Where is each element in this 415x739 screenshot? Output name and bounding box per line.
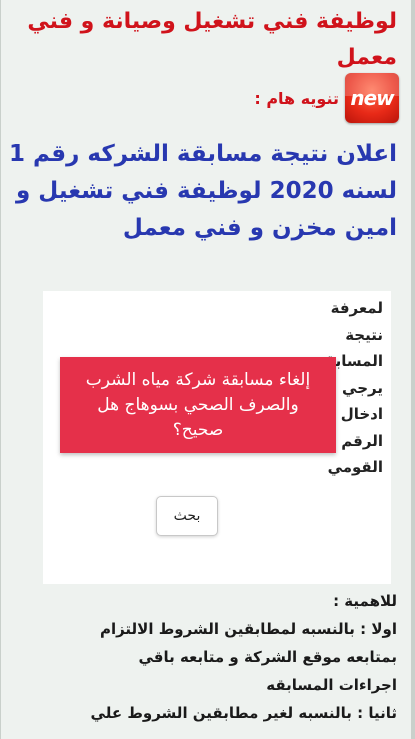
new-badge-icon: new (345, 73, 399, 123)
instruction-line: لمعرفة (330, 299, 383, 317)
importance-line: بمتابعه موقع الشركة و متابعه باقي (138, 648, 397, 666)
search-button[interactable]: بحث (156, 496, 218, 536)
importance-line: اولا : بالنسبه لمطابقين الشروط الالتزام (99, 620, 397, 638)
importance-section: للاهمية : اولا : بالنسبه لمطابقين الشروط… (7, 587, 397, 727)
importance-line: ثانيا : بالنسبه لغير مطابقين الشروط علي (90, 704, 397, 722)
notice-row: new تنويه هام : (254, 72, 399, 124)
importance-title: للاهمية : (333, 592, 397, 610)
instruction-line: القومي (327, 458, 383, 476)
important-notice-label: تنويه هام : (254, 88, 339, 108)
importance-line: اجراءات المسابقه (266, 676, 397, 694)
cancellation-question-banner[interactable]: إلغاء مسابقة شركة مياه الشرب والصرف الصح… (60, 357, 336, 453)
new-badge-text: new (350, 86, 394, 110)
page: لوظيفة فني تشغيل وصيانة و فني معمل new ت… (0, 0, 415, 739)
instruction-line: نتيجة (345, 325, 383, 344)
job-title-heading: لوظيفة فني تشغيل وصيانة و فني معمل (27, 9, 397, 70)
announcement-headline[interactable]: اعلان نتيجة مسابقة الشركه رقم 1 لسنه 202… (7, 136, 397, 247)
